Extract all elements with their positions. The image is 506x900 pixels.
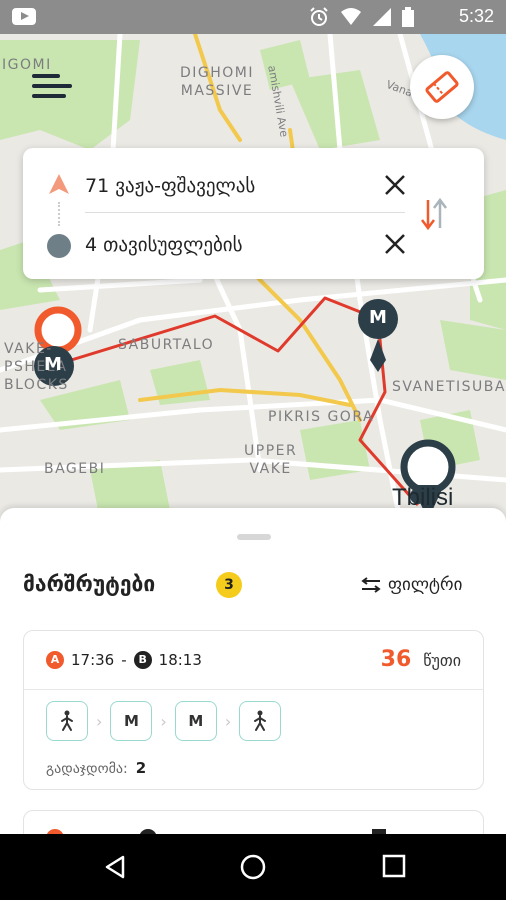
walk-step xyxy=(239,701,282,741)
transfers-label: გადაჯდომა: xyxy=(46,761,128,777)
clear-origin-icon[interactable] xyxy=(383,173,407,197)
duration-value: 36 xyxy=(380,647,412,672)
routes-sheet: მარშრუტები 3 ფილტრი A 17:36 - B 18:13 36… xyxy=(0,508,506,834)
metro-marker-2[interactable]: M xyxy=(369,309,387,327)
signal-icon xyxy=(373,8,391,26)
filter-label: ფილტრი xyxy=(388,575,463,595)
routes-title: მარშრუტები xyxy=(23,572,156,596)
route-card[interactable]: A 17:36 - B 18:13 36 წუთი › M › M › გადა… xyxy=(23,630,484,790)
end-marker-icon: B xyxy=(133,651,152,669)
filter-arrows-icon xyxy=(361,577,381,593)
metro-marker-1[interactable]: M xyxy=(44,356,62,374)
duration-unit: წუთი xyxy=(423,651,461,670)
step-chevron-icon: › xyxy=(96,711,103,731)
youtube-icon xyxy=(12,8,36,25)
destination-dot-icon xyxy=(47,234,71,258)
map-label-svanetisuba: SVANETISUBA xyxy=(392,379,506,395)
start-marker-icon: A xyxy=(46,651,64,669)
origin-arrow-icon xyxy=(49,174,69,194)
walk-icon xyxy=(61,710,73,731)
metro-step: M xyxy=(110,701,153,741)
home-icon[interactable] xyxy=(240,854,266,880)
status-time: 5:32 xyxy=(458,6,494,26)
map-label-saburtalo: SABURTALO xyxy=(118,337,215,353)
step-chevron-icon: › xyxy=(160,711,167,731)
swap-icon[interactable] xyxy=(419,196,449,232)
start-time: 17:36 xyxy=(71,651,115,669)
map-label-pikris-gora: PIKRIS GORA xyxy=(268,409,375,425)
step-chevron-icon: › xyxy=(224,711,232,731)
android-nav-bar xyxy=(0,834,506,900)
walk-icon xyxy=(254,710,267,731)
sheet-drag-handle[interactable] xyxy=(237,534,271,540)
end-time: 18:13 xyxy=(158,651,202,669)
transfers-info: გადაჯდომა: 2 xyxy=(46,759,146,777)
menu-icon-line xyxy=(32,94,66,98)
time-separator: - xyxy=(121,651,127,669)
map-label-upper-vake: UPPER VAKE xyxy=(244,443,298,477)
menu-button[interactable] xyxy=(32,70,78,102)
status-bar: 5:32 xyxy=(0,0,506,34)
wifi-icon xyxy=(341,8,361,25)
filter-button[interactable]: ფილტრი xyxy=(360,572,462,598)
route-card-partial[interactable] xyxy=(23,810,484,834)
search-divider xyxy=(85,212,405,213)
routes-count-badge: 3 xyxy=(216,572,242,598)
recents-icon[interactable] xyxy=(382,854,406,878)
transfers-count: 2 xyxy=(135,759,147,777)
route-steps: › M › M › xyxy=(46,701,282,741)
menu-icon-line xyxy=(32,84,72,88)
route-search-card: 71 ვაჟა-ფშაველას 4 თავისუფლების xyxy=(23,148,484,279)
ticket-button[interactable] xyxy=(410,55,474,119)
battery-icon xyxy=(402,7,414,27)
map-label-digomi-massive: DIGHOMI MASSIVE xyxy=(180,65,255,99)
route-card-divider xyxy=(24,689,483,690)
origin-input[interactable]: 71 ვაჟა-ფშაველას xyxy=(85,175,255,197)
destination-input[interactable]: 4 თავისუფლების xyxy=(85,234,243,256)
clear-destination-icon[interactable] xyxy=(383,232,407,256)
metro-step: M xyxy=(174,701,217,741)
map-label-bagebi: BAGEBI xyxy=(44,461,106,477)
menu-icon xyxy=(32,74,60,78)
walk-step xyxy=(46,701,88,741)
ticket-icon xyxy=(425,71,459,103)
route-connector xyxy=(58,202,60,226)
back-icon[interactable] xyxy=(102,854,128,880)
alarm-icon xyxy=(310,7,328,26)
